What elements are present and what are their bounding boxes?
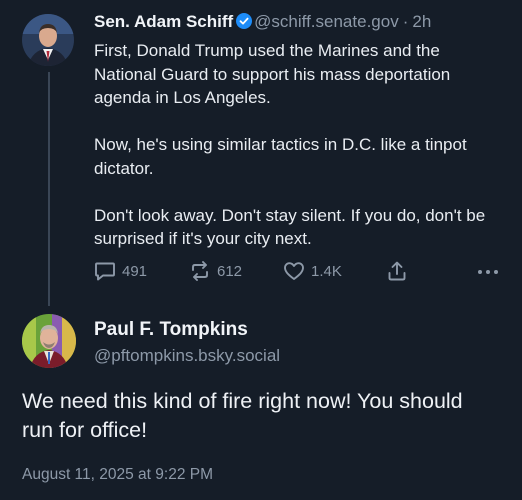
reply-count: 491 <box>122 262 148 280</box>
share-button[interactable] <box>386 261 414 281</box>
separator-dot: · <box>402 12 409 31</box>
post1-paragraph: Now, he's using similar tactics in D.C. … <box>94 135 467 178</box>
verified-badge-icon <box>236 13 253 29</box>
heart-icon <box>283 261 311 281</box>
post1-paragraph: Don't look away. Don't stay silent. If y… <box>94 205 486 249</box>
post2-text: We need this kind of fire right now! You… <box>22 389 463 442</box>
post-timestamp[interactable]: August 11, 2025 at 9:22 PM <box>22 466 213 484</box>
more-options-button[interactable] <box>476 261 506 281</box>
reply-icon <box>94 261 122 281</box>
post2-header: Paul F. Tompkins @pftompkins.bsky.social <box>94 318 280 368</box>
like-button[interactable]: 1.4K <box>283 261 342 281</box>
share-icon <box>386 261 414 281</box>
author-name[interactable]: Sen. Adam Schiff <box>94 12 233 31</box>
post1-actions: 491 612 1.4K <box>94 261 504 283</box>
post1-header: Sen. Adam Schiff @schiff.senate.gov · 2h <box>94 11 431 33</box>
author-handle[interactable]: @schiff.senate.gov <box>254 12 399 31</box>
repost-icon <box>189 261 217 281</box>
more-icon <box>476 261 506 281</box>
post1-text: First, Donald Trump used the Marines and… <box>94 39 504 251</box>
thread-line <box>48 72 50 306</box>
repost-button[interactable]: 612 <box>189 261 242 281</box>
post-time[interactable]: 2h <box>412 12 431 31</box>
post1-paragraph: First, Donald Trump used the Marines and… <box>94 41 451 107</box>
avatar-schiff[interactable] <box>22 14 74 66</box>
avatar-tompkins[interactable] <box>22 314 76 368</box>
author-handle[interactable]: @pftompkins.bsky.social <box>94 344 280 368</box>
like-count: 1.4K <box>311 262 342 280</box>
repost-count: 612 <box>217 262 243 280</box>
author-name[interactable]: Paul F. Tompkins <box>94 318 280 342</box>
reply-button[interactable]: 491 <box>94 261 147 281</box>
